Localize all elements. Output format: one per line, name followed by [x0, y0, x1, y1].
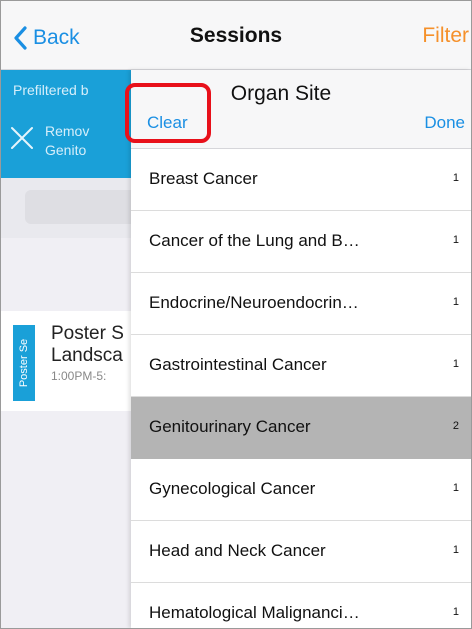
- item-count: 1: [452, 358, 459, 370]
- item-count: 1: [452, 234, 459, 246]
- item-label: Cancer of the Lung and B…: [149, 231, 360, 250]
- list-item[interactable]: Cancer of the Lung and B… 1: [131, 211, 471, 273]
- item-count: 1: [452, 544, 459, 556]
- session-title: Poster S Landsca: [51, 323, 124, 366]
- item-label: Breast Cancer: [149, 169, 258, 188]
- remove-line-2: Genito: [45, 142, 87, 158]
- list-item[interactable]: Gastrointestinal Cancer 1: [131, 335, 471, 397]
- item-count: 1: [452, 606, 459, 618]
- prefilter-text: Prefiltered b: [13, 82, 89, 98]
- session-type-tag: Poster Se: [13, 325, 35, 401]
- list-item[interactable]: Endocrine/Neuroendocrin… 1: [131, 273, 471, 335]
- session-time: 1:00PM-5:: [51, 369, 107, 383]
- organ-site-list: Breast Cancer 1 Cancer of the Lung and B……: [131, 149, 471, 628]
- app-frame: Back Sessions Filter Prefiltered b Remov…: [0, 0, 472, 629]
- prefilter-banner: Prefiltered b Remov Genito: [1, 70, 131, 178]
- item-label: Gynecological Cancer: [149, 479, 316, 498]
- item-count: 2: [452, 420, 459, 432]
- list-item[interactable]: Breast Cancer 1: [131, 149, 471, 211]
- panel-header: Organ Site Clear Done: [131, 70, 471, 149]
- filter-button[interactable]: Filter: [422, 24, 469, 48]
- list-item[interactable]: Gynecological Cancer 1: [131, 459, 471, 521]
- organ-site-panel: Organ Site Clear Done Breast Cancer 1 Can…: [131, 70, 471, 628]
- list-item[interactable]: Hematological Malignanci… 1: [131, 583, 471, 628]
- session-row[interactable]: Poster Se Poster S Landsca 1:00PM-5:: [1, 311, 131, 411]
- search-field[interactable]: [25, 190, 145, 224]
- item-label: Endocrine/Neuroendocrin…: [149, 293, 359, 312]
- item-count: 1: [452, 172, 459, 184]
- back-button[interactable]: Back: [13, 23, 80, 53]
- done-button[interactable]: Done: [424, 113, 465, 133]
- chevron-left-icon: [14, 26, 27, 50]
- list-item-selected[interactable]: Genitourinary Cancer 2: [131, 397, 471, 459]
- item-label: Genitourinary Cancer: [149, 417, 311, 436]
- item-label: Gastrointestinal Cancer: [149, 355, 327, 374]
- list-item[interactable]: Head and Neck Cancer 1: [131, 521, 471, 583]
- item-label: Hematological Malignanci…: [149, 603, 360, 622]
- item-label: Head and Neck Cancer: [149, 541, 326, 560]
- close-icon[interactable]: [9, 125, 35, 151]
- remove-line-1: Remov: [45, 123, 90, 139]
- panel-title: Organ Site: [230, 82, 332, 105]
- nav-bar: Back Sessions Filter: [1, 1, 471, 70]
- remove-filter-link[interactable]: Remov Genito: [45, 122, 89, 160]
- item-count: 1: [452, 482, 459, 494]
- item-count: 1: [452, 296, 459, 308]
- back-label: Back: [33, 26, 80, 49]
- clear-button[interactable]: Clear: [147, 113, 188, 133]
- search-area: [1, 178, 145, 238]
